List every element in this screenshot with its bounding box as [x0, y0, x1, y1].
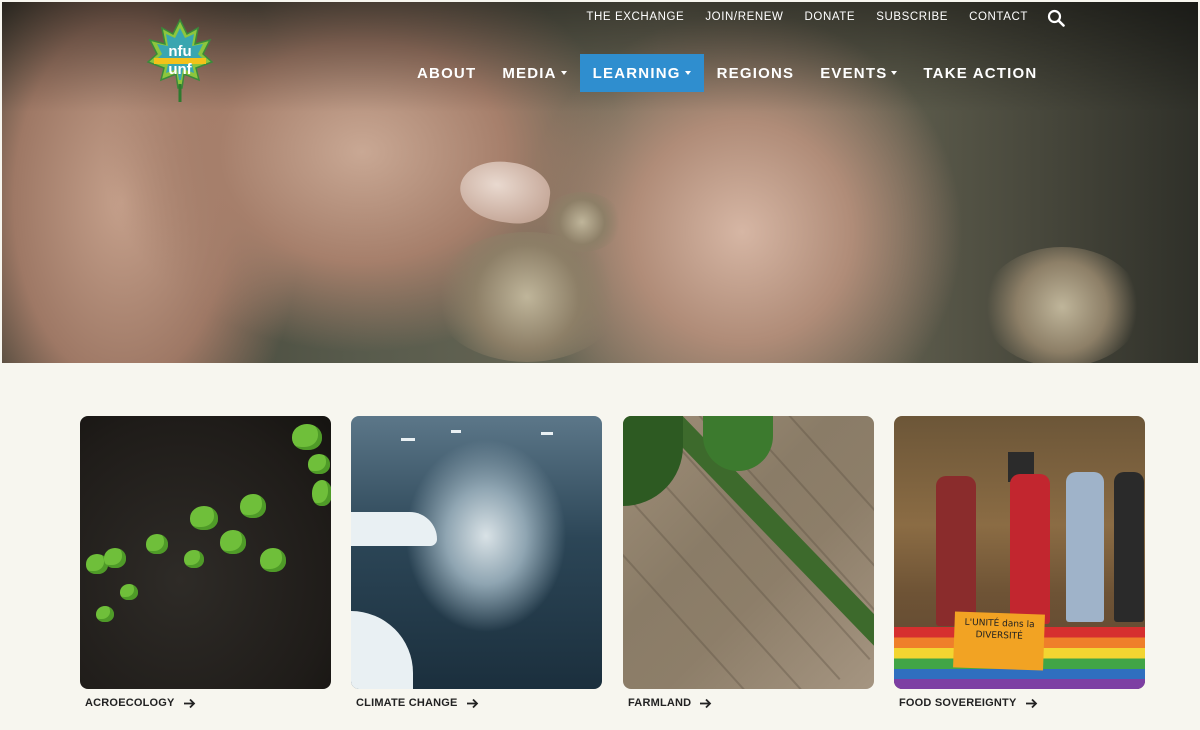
maple-leaf-logo-icon: nfu unf [146, 18, 214, 102]
card-image-aerial-fields[interactable] [623, 416, 874, 689]
nav-item-label: LEARNING [592, 64, 681, 82]
nav-item-label: REGIONS [716, 64, 795, 82]
nav-item-label: MEDIA [502, 64, 557, 82]
nav-item-regions[interactable]: REGIONS [704, 54, 808, 92]
arrow-right-icon [183, 698, 195, 708]
nav-item-label: EVENTS [820, 64, 888, 82]
utility-link-the-exchange[interactable]: THE EXCHANGE [586, 11, 684, 23]
nav-item-label: TAKE ACTION [923, 64, 1038, 82]
card-label-row: FARMLAND [628, 697, 874, 709]
card-image-gathering[interactable]: L'UNITÉ dans la DIVERSITÉ [894, 416, 1145, 689]
card-image-seedlings[interactable] [80, 416, 331, 689]
unity-sign: L'UNITÉ dans la DIVERSITÉ [953, 611, 1045, 671]
card-title: FARMLAND [628, 697, 692, 709]
card-label-row: CLIMATE CHANGE [356, 697, 602, 709]
nav-item-learning[interactable]: LEARNING [579, 54, 704, 92]
card-image-ocean-ice[interactable] [351, 416, 602, 689]
arrow-right-icon [700, 698, 712, 708]
utility-link-contact[interactable]: CONTACT [969, 11, 1028, 23]
hero-plant [982, 247, 1142, 363]
card-agroecology[interactable]: ACROECOLOGY [80, 416, 331, 709]
topic-cards: ACROECOLOGY CLIMATE CHANGE FARMLAND L'UN… [80, 416, 1145, 716]
utility-nav: THE EXCHANGE JOIN/RENEW DONATE SUBSCRIBE… [586, 9, 1028, 25]
utility-link-join-renew[interactable]: JOIN/RENEW [705, 11, 783, 23]
hero-plant [542, 192, 622, 252]
card-food-sovereignty[interactable]: L'UNITÉ dans la DIVERSITÉ FOOD SOVEREIGN… [894, 416, 1145, 709]
arrow-right-icon [1025, 698, 1037, 708]
caret-down-icon [684, 71, 691, 75]
nav-item-about[interactable]: ABOUT [404, 54, 489, 92]
utility-link-subscribe[interactable]: SUBSCRIBE [876, 11, 948, 23]
hero-thumbnail-detail [456, 156, 554, 228]
page-bottom-edge [0, 726, 1200, 730]
card-climate-change[interactable]: CLIMATE CHANGE [351, 416, 602, 709]
logo-text-top: nfu [168, 43, 191, 60]
nav-item-events[interactable]: EVENTS [807, 54, 910, 92]
card-title: ACROECOLOGY [85, 697, 175, 709]
card-label-row: ACROECOLOGY [85, 697, 331, 709]
caret-down-icon [560, 71, 567, 75]
card-farmland[interactable]: FARMLAND [623, 416, 874, 709]
nfu-logo[interactable]: nfu unf [146, 18, 214, 104]
caret-down-icon [891, 71, 898, 75]
arrow-right-icon [466, 698, 478, 708]
card-label-row: FOOD SOVEREIGNTY [899, 697, 1145, 709]
nav-item-label: ABOUT [417, 64, 477, 82]
search-icon[interactable] [1047, 9, 1065, 27]
utility-link-donate[interactable]: DONATE [805, 11, 856, 23]
card-title: CLIMATE CHANGE [356, 697, 458, 709]
main-nav: ABOUT MEDIA LEARNING REGIONS EVENTS TAKE… [404, 54, 1050, 92]
hero-plant [432, 232, 622, 362]
nav-item-take-action[interactable]: TAKE ACTION [910, 54, 1050, 92]
nav-item-media[interactable]: MEDIA [489, 54, 579, 92]
card-title: FOOD SOVEREIGNTY [899, 697, 1017, 709]
logo-text-bottom: unf [168, 61, 192, 78]
